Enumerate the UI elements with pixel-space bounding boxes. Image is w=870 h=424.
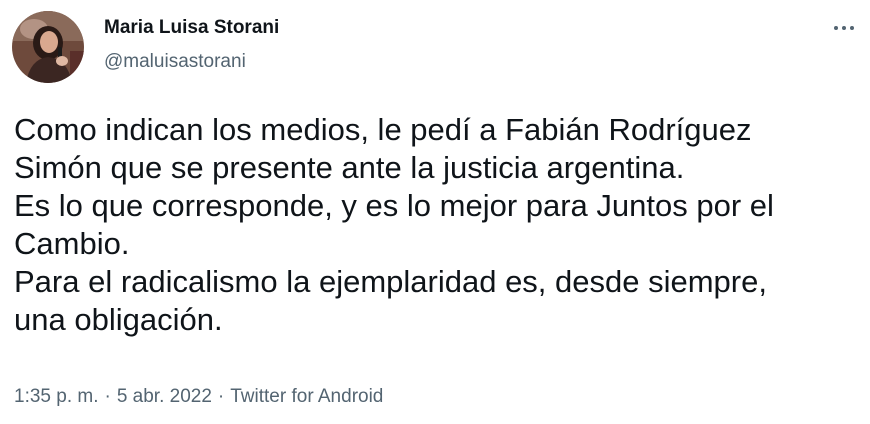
tweet-text-line: Como indican los medios, le pedí a Fabiá… — [14, 112, 752, 147]
more-horizontal-icon-dot — [850, 26, 854, 30]
tweet-text-line: Cambio. — [14, 226, 130, 261]
meta-separator: · — [217, 386, 225, 407]
tweet-text: Como indican los medios, le pedí a Fabiá… — [14, 111, 854, 339]
tweet-text-line: Simón que se presente ante la justicia a… — [14, 150, 685, 185]
tweet-text-line: una obligación. — [14, 302, 223, 337]
tweet-card: Maria Luisa Storani @maluisastorani Como… — [0, 0, 870, 424]
tweet-date[interactable]: 5 abr. 2022 — [117, 386, 212, 407]
more-options-button[interactable] — [828, 14, 860, 42]
tweet-time[interactable]: 1:35 p. m. — [14, 386, 99, 407]
tweet-source-link[interactable]: Twitter for Android — [230, 386, 383, 407]
tweet-text-line: Es lo que corresponde, y es lo mejor par… — [14, 188, 774, 223]
author-handle[interactable]: @maluisastorani — [104, 50, 279, 74]
meta-separator: · — [104, 386, 111, 407]
more-horizontal-icon — [834, 26, 838, 30]
tweet-meta: 1:35 p. m. · 5 abr. 2022 · Twitter for Andro… — [14, 385, 383, 409]
author-display-name[interactable]: Maria Luisa Storani — [104, 16, 279, 40]
profile-photo-icon — [12, 11, 84, 83]
more-horizontal-icon-dot — [842, 26, 846, 30]
avatar[interactable] — [12, 11, 84, 83]
tweet-text-line: Para el radicalismo la ejemplaridad es, … — [14, 264, 767, 299]
author-block: Maria Luisa Storani @maluisastorani — [104, 16, 279, 74]
